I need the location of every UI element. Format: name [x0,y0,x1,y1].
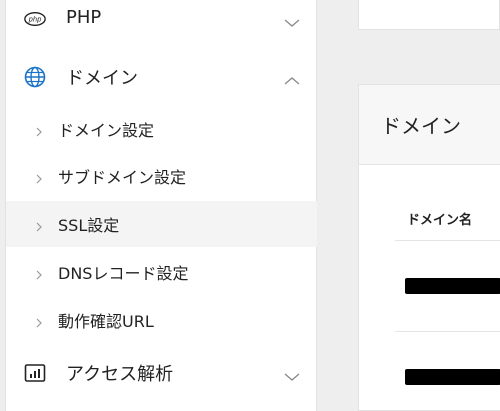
sidebar-subitem-subdomain-settings[interactable]: サブドメイン設定 [6,153,317,199]
panel-title: ドメイン [381,114,461,138]
sidebar-subitem-label: サブドメイン設定 [58,168,187,187]
top-card [358,0,500,30]
sidebar-subitem-label: ドメイン設定 [58,121,155,140]
chevron-right-icon [34,218,44,232]
sidebar-item-label: ドメイン [66,68,138,89]
globe-icon [24,66,46,88]
table-divider [395,240,500,241]
chevron-right-icon [34,314,44,328]
sidebar-subitem-test-url[interactable]: 動作確認URL [6,297,317,343]
redacted-domain [405,278,500,294]
sidebar-subitem-label: DNSレコード設定 [58,264,189,283]
bar-chart-icon [24,362,46,384]
sidebar: php PHP ドメイン ドメイン設定 サブドメイン設定 SSL設定 DNSレコ… [5,0,317,411]
redacted-domain [405,369,500,385]
domain-panel: ドメイン ドメイン名 [358,84,500,411]
php-icon: php [24,8,46,30]
sidebar-subitem-label: SSL設定 [58,216,120,235]
sidebar-subitem-ssl-settings[interactable]: SSL設定 [6,201,317,247]
sidebar-item-php[interactable]: php PHP [6,0,317,40]
sidebar-item-domain[interactable]: ドメイン [6,54,317,100]
sidebar-subitem-label: 動作確認URL [58,312,154,331]
sidebar-item-access-analytics[interactable]: アクセス解析 [6,350,317,396]
sidebar-item-label: PHP [66,7,102,28]
app-root: php PHP ドメイン ドメイン設定 サブドメイン設定 SSL設定 DNSレコ… [0,0,500,411]
table-divider [395,331,500,332]
svg-text:php: php [28,16,42,24]
chevron-right-icon [34,170,44,184]
chevron-right-icon [34,123,44,137]
panel-header: ドメイン [359,85,500,165]
chevron-right-icon [34,266,44,280]
sidebar-subitem-domain-settings[interactable]: ドメイン設定 [6,106,317,152]
sidebar-subitem-dns-settings[interactable]: DNSレコード設定 [6,249,317,295]
chevron-down-icon [283,14,301,27]
sidebar-item-label: アクセス解析 [66,364,174,385]
table-header-domain-name: ドメイン名 [407,213,473,228]
chevron-up-icon [283,72,301,85]
chevron-down-icon [283,368,301,381]
